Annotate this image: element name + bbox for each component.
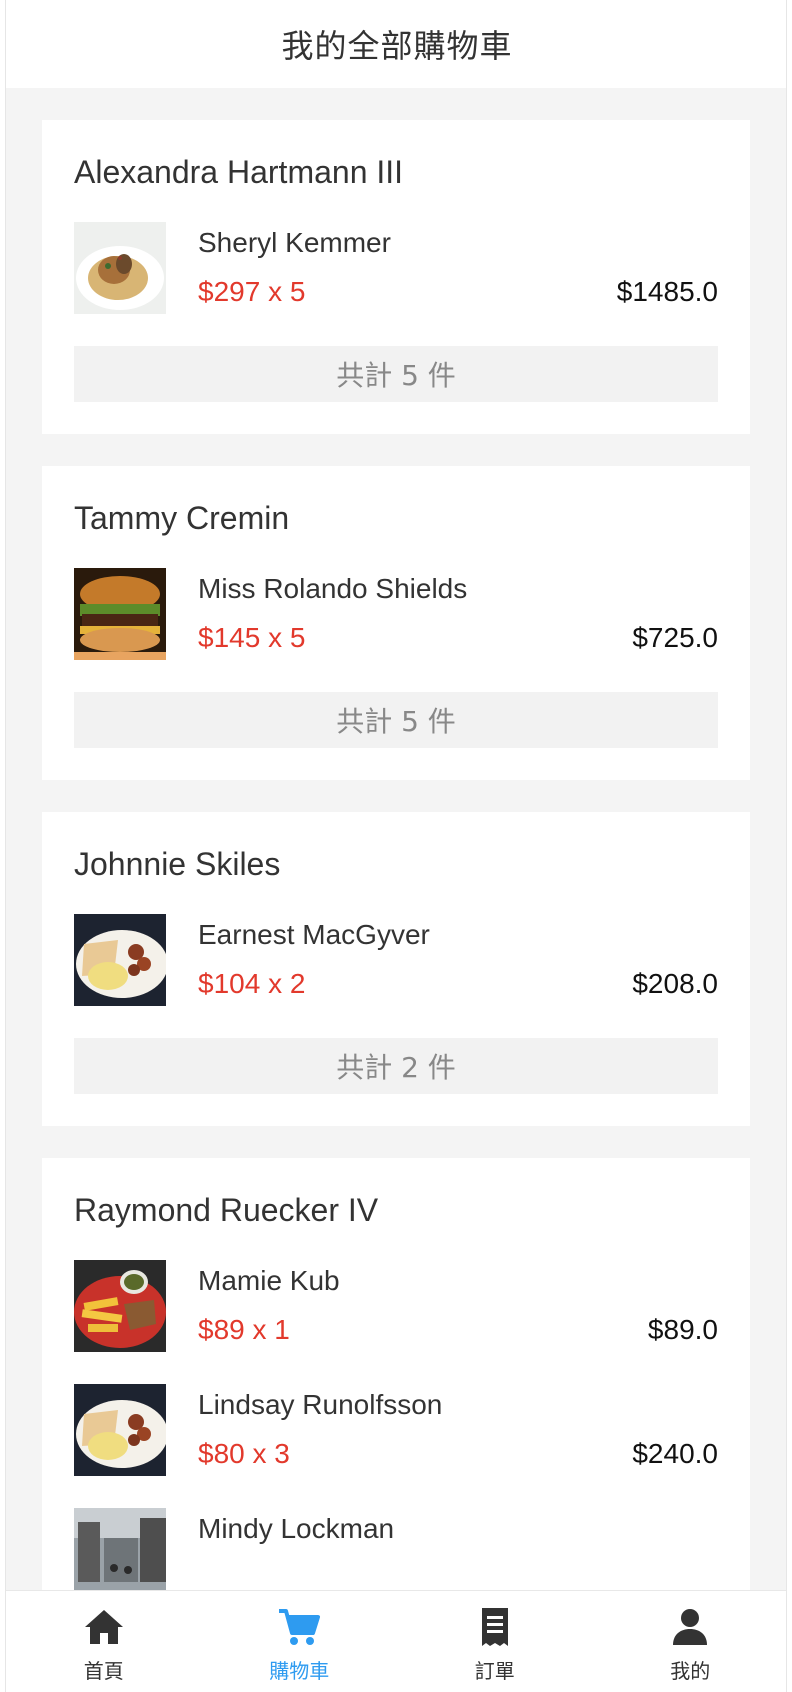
shop-name: Johnnie Skiles — [74, 846, 281, 882]
shop-name: Tammy Cremin — [74, 500, 290, 536]
cart-item[interactable]: Mamie Kub $89 x 1 $89.0 — [74, 1260, 718, 1384]
cart-total-bar[interactable]: 共計 2 件 — [74, 1038, 718, 1094]
product-name: Earnest MacGyver — [198, 919, 430, 950]
product-thumbnail[interactable] — [74, 1384, 166, 1476]
item-subtotal: $725.0 — [632, 622, 718, 653]
product-name: Mindy Lockman — [198, 1513, 395, 1544]
product-thumbnail[interactable] — [74, 568, 166, 660]
shop-cart-card: Raymond Ruecker IV Mamie Kub $89 x 1 $89… — [42, 1158, 750, 1590]
bottom-tab-bar: 首頁 購物車 訂單 我的 — [6, 1590, 787, 1692]
receipt-icon — [481, 1608, 508, 1646]
product-name: Miss Rolando Shields — [198, 573, 468, 604]
unit-price-quantity: $80 x 3 — [198, 1438, 290, 1469]
cart-list[interactable]: Alexandra Hartmann III Sheryl Kemmer $29… — [6, 88, 786, 1590]
cart-total-bar[interactable]: 共計 5 件 — [74, 346, 718, 402]
shop-cart-card: Alexandra Hartmann III Sheryl Kemmer $29… — [42, 120, 750, 434]
product-name: Mamie Kub — [198, 1265, 340, 1296]
tab-label: 購物車 — [269, 1659, 330, 1683]
user-icon — [673, 1609, 708, 1645]
tab-label: 訂單 — [474, 1659, 515, 1683]
shop-cart-card: Johnnie Skiles Earnest MacGyver $104 x 2… — [42, 812, 750, 1126]
cart-item[interactable]: Miss Rolando Shields $145 x 5 $725.0 — [74, 568, 718, 692]
tab-home[interactable]: 首頁 — [6, 1591, 202, 1692]
shop-name: Raymond Ruecker IV — [74, 1192, 379, 1228]
app-frame: 我的全部購物車 Alexandra Hartmann III Sheryl Ke… — [5, 0, 787, 1692]
product-name: Sheryl Kemmer — [198, 227, 391, 258]
shop-cart-card: Tammy Cremin Miss Rolando Shields $145 x… — [42, 466, 750, 780]
product-thumbnail[interactable] — [74, 914, 166, 1006]
item-subtotal: $89.0 — [647, 1314, 718, 1345]
cart-total-bar[interactable]: 共計 5 件 — [74, 692, 718, 748]
cart-item[interactable]: Lindsay Runolfsson $80 x 3 $240.0 — [74, 1384, 718, 1508]
cart-item[interactable]: Earnest MacGyver $104 x 2 $208.0 — [74, 914, 718, 1038]
page-title: 我的全部購物車 — [281, 27, 513, 65]
tab-orders[interactable]: 訂單 — [397, 1591, 593, 1692]
tab-profile[interactable]: 我的 — [593, 1591, 787, 1692]
unit-price-quantity: $104 x 2 — [198, 968, 306, 999]
shop-name: Alexandra Hartmann III — [74, 154, 404, 190]
product-thumbnail[interactable] — [74, 222, 166, 314]
cart-icon — [279, 1609, 321, 1645]
item-subtotal: $208.0 — [632, 968, 718, 999]
cart-item[interactable]: Sheryl Kemmer $297 x 5 $1485.0 — [74, 222, 718, 346]
product-thumbnail[interactable] — [74, 1260, 166, 1352]
unit-price-quantity: $297 x 5 — [198, 276, 306, 307]
item-subtotal: $1485.0 — [616, 276, 718, 307]
unit-price-quantity: $89 x 1 — [198, 1314, 290, 1345]
cart-item[interactable]: Mindy Lockman — [74, 1508, 718, 1590]
tab-label: 我的 — [670, 1659, 711, 1683]
unit-price-quantity: $145 x 5 — [198, 622, 306, 653]
home-icon — [84, 1610, 123, 1644]
tab-label: 首頁 — [83, 1659, 124, 1683]
page-header: 我的全部購物車 — [6, 0, 786, 88]
product-name: Lindsay Runolfsson — [198, 1389, 443, 1420]
product-thumbnail[interactable] — [74, 1508, 166, 1590]
tab-cart[interactable]: 購物車 — [202, 1591, 398, 1692]
item-subtotal: $240.0 — [632, 1438, 718, 1469]
